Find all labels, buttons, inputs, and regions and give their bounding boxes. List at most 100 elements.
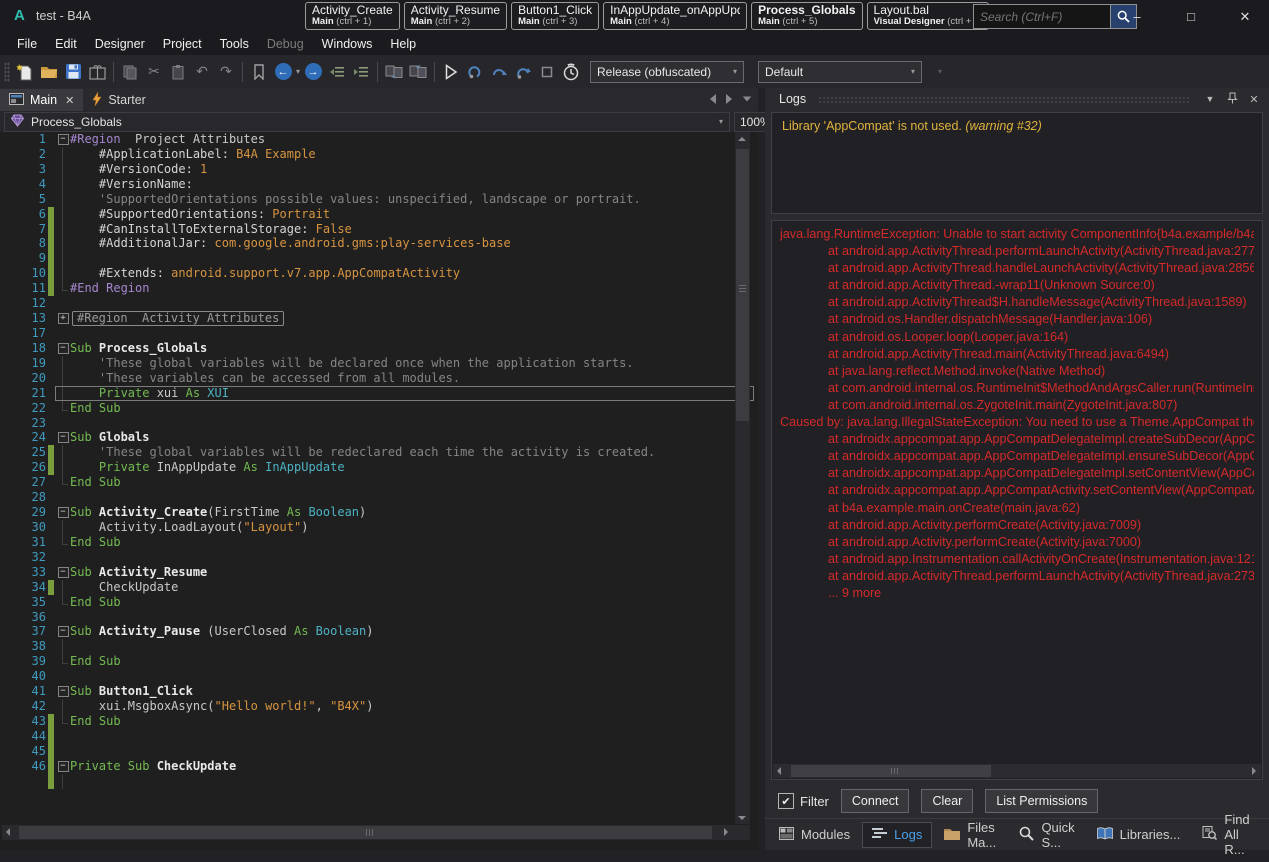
quick-tab-layout.bal[interactable]: Layout.balVisual Designer (ctrl + 6) xyxy=(867,2,990,30)
tab-main[interactable]: Main ✕ xyxy=(0,89,83,111)
code-line[interactable]: 1−#Region Project Attributes xyxy=(0,132,758,147)
scroll-left-icon[interactable] xyxy=(6,828,10,836)
close-icon[interactable]: ✕ xyxy=(1235,9,1255,25)
code-line[interactable]: 2 #ApplicationLabel: B4A Example xyxy=(0,147,758,162)
code-line[interactable]: 36 xyxy=(0,610,758,625)
code-line[interactable]: 11#End Region xyxy=(0,281,758,296)
tool-tab-logs[interactable]: Logs xyxy=(862,822,932,848)
quick-tab-button1_click[interactable]: Button1_ClickMain (ctrl + 3) xyxy=(511,2,599,30)
filter-checkbox-label[interactable]: ✔ Filter xyxy=(778,793,829,809)
scrollbar-thumb[interactable] xyxy=(791,765,991,777)
fold-collapse-icon[interactable]: − xyxy=(56,132,70,147)
scroll-right-icon[interactable] xyxy=(1252,767,1256,775)
code-line[interactable]: 22End Sub xyxy=(0,401,758,416)
code-line[interactable]: 25 'These global variables will be redec… xyxy=(0,445,758,460)
fold-collapse-icon[interactable]: − xyxy=(56,505,70,520)
pin-icon[interactable] xyxy=(1225,92,1239,106)
fold-collapse-icon[interactable]: − xyxy=(56,624,70,639)
bookmark-icon[interactable] xyxy=(248,60,270,84)
code-line[interactable]: 8 #AdditionalJar: com.google.android.gms… xyxy=(0,236,758,251)
code-lines[interactable]: 1−#Region Project Attributes2 #Applicati… xyxy=(0,132,758,824)
code-line[interactable]: 42 xui.MsgboxAsync("Hello world!", "B4X"… xyxy=(0,699,758,714)
scrollbar-thumb[interactable] xyxy=(736,149,749,421)
back-history-caret-icon[interactable]: ▾ xyxy=(296,67,300,76)
menu-debug[interactable]: Debug xyxy=(258,35,313,53)
member-select[interactable]: Process_Globals ▾ xyxy=(4,112,730,132)
code-line[interactable]: 29−Sub Activity_Create(FirstTime As Bool… xyxy=(0,505,758,520)
fold-collapse-icon[interactable]: − xyxy=(56,759,70,774)
run-icon[interactable] xyxy=(440,60,462,84)
code-line[interactable]: 19 'These global variables will be decla… xyxy=(0,356,758,371)
code-line[interactable]: 4 #VersionName: xyxy=(0,177,758,192)
code-line[interactable]: 38 xyxy=(0,639,758,654)
code-line[interactable]: 40 xyxy=(0,669,758,684)
tab-starter[interactable]: Starter xyxy=(83,89,155,111)
navigate-forward-icon[interactable]: → xyxy=(302,60,324,84)
clear-button[interactable]: Clear xyxy=(921,789,973,813)
code-line[interactable]: 12 xyxy=(0,296,758,311)
code-line[interactable]: 46−Private Sub CheckUpdate xyxy=(0,759,758,774)
code-line[interactable]: 7 #CanInstallToExternalStorage: False xyxy=(0,222,758,237)
scroll-tabs-right-icon[interactable] xyxy=(726,94,732,104)
menu-help[interactable]: Help xyxy=(381,35,425,53)
code-line[interactable]: 28 xyxy=(0,490,758,505)
scroll-right-icon[interactable] xyxy=(724,828,728,836)
quick-tab-activity_resume[interactable]: Activity_ResumeMain (ctrl + 2) xyxy=(404,2,507,30)
editor-horizontal-scrollbar[interactable] xyxy=(2,825,750,840)
export-zip-icon[interactable] xyxy=(86,60,108,84)
compiler-warnings-box[interactable]: Library 'AppCompat' is not used. (warnin… xyxy=(771,112,1263,214)
save-icon[interactable] xyxy=(62,60,84,84)
fold-collapse-icon[interactable]: − xyxy=(56,565,70,580)
log-horizontal-scrollbar[interactable] xyxy=(773,764,1261,778)
flavor-select[interactable]: Default ▾ xyxy=(758,61,922,83)
tool-tab-modules[interactable]: Modules xyxy=(769,822,860,848)
menu-project[interactable]: Project xyxy=(154,35,211,53)
code-line[interactable]: 26 Private InAppUpdate As InAppUpdate xyxy=(0,460,758,475)
code-line[interactable]: 30 Activity.LoadLayout("Layout") xyxy=(0,520,758,535)
code-line[interactable]: 37−Sub Activity_Pause (UserClosed As Boo… xyxy=(0,624,758,639)
code-line[interactable]: 33−Sub Activity_Resume xyxy=(0,565,758,580)
search-input[interactable] xyxy=(974,5,1110,28)
build-configuration-select[interactable]: Release (obfuscated) ▾ xyxy=(590,61,744,83)
build-timer-icon[interactable] xyxy=(560,60,582,84)
fold-collapse-icon[interactable]: − xyxy=(56,430,70,445)
fold-collapse-icon[interactable]: − xyxy=(56,684,70,699)
code-line[interactable]: 24−Sub Globals xyxy=(0,430,758,445)
code-line[interactable]: 32 xyxy=(0,550,758,565)
editor-vertical-scrollbar[interactable] xyxy=(735,132,750,824)
tool-tab-files-ma[interactable]: Files Ma... xyxy=(934,815,1007,855)
connect-button[interactable]: Connect xyxy=(841,789,910,813)
tool-tab-quick-s[interactable]: Quick S... xyxy=(1009,815,1084,855)
fold-collapse-icon[interactable]: − xyxy=(56,341,70,356)
open-project-icon[interactable] xyxy=(38,60,60,84)
code-line[interactable]: 6 #SupportedOrientations: Portrait xyxy=(0,207,758,222)
new-project-icon[interactable] xyxy=(14,60,36,84)
code-line[interactable]: 41−Sub Button1_Click xyxy=(0,684,758,699)
code-line[interactable]: 34 CheckUpdate xyxy=(0,580,758,595)
toolbar-overflow-icon[interactable]: ▾ xyxy=(938,67,942,76)
quick-tab-process_globals[interactable]: Process_GlobalsMain (ctrl + 5) xyxy=(751,2,862,30)
code-line[interactable]: 44 xyxy=(0,729,758,744)
code-line[interactable]: 23 xyxy=(0,416,758,431)
fold-expand-icon[interactable]: + xyxy=(56,311,70,326)
close-panel-icon[interactable]: ✕ xyxy=(1247,93,1261,106)
code-line[interactable]: 21 Private xui As XUI xyxy=(0,386,758,401)
logs-panel-header[interactable]: Logs ▼ ✕ xyxy=(765,88,1269,110)
code-line[interactable]: 3 #VersionCode: 1 xyxy=(0,162,758,177)
code-line[interactable]: 20 'These variables can be accessed from… xyxy=(0,371,758,386)
quick-tab-activity_create[interactable]: Activity_CreateMain (ctrl + 1) xyxy=(305,2,400,30)
code-line[interactable]: 10 #Extends: android.support.v7.app.AppC… xyxy=(0,266,758,281)
code-line[interactable]: 35End Sub xyxy=(0,595,758,610)
panel-menu-caret-icon[interactable]: ▼ xyxy=(1203,94,1217,104)
scroll-left-icon[interactable] xyxy=(777,767,781,775)
tool-tab-libraries[interactable]: Libraries... xyxy=(1087,822,1191,848)
minimize-icon[interactable]: – xyxy=(1127,9,1147,24)
code-line[interactable] xyxy=(0,774,758,789)
code-line[interactable]: 5 'SupportedOrientations possible values… xyxy=(0,192,758,207)
close-tab-icon[interactable]: ✕ xyxy=(65,94,74,107)
code-line[interactable]: 13+#Region Activity Attributes xyxy=(0,311,758,326)
menu-edit[interactable]: Edit xyxy=(46,35,86,53)
tab-list-icon[interactable] xyxy=(743,96,752,101)
code-line[interactable]: 9 xyxy=(0,251,758,266)
code-line[interactable]: 17 xyxy=(0,326,758,341)
